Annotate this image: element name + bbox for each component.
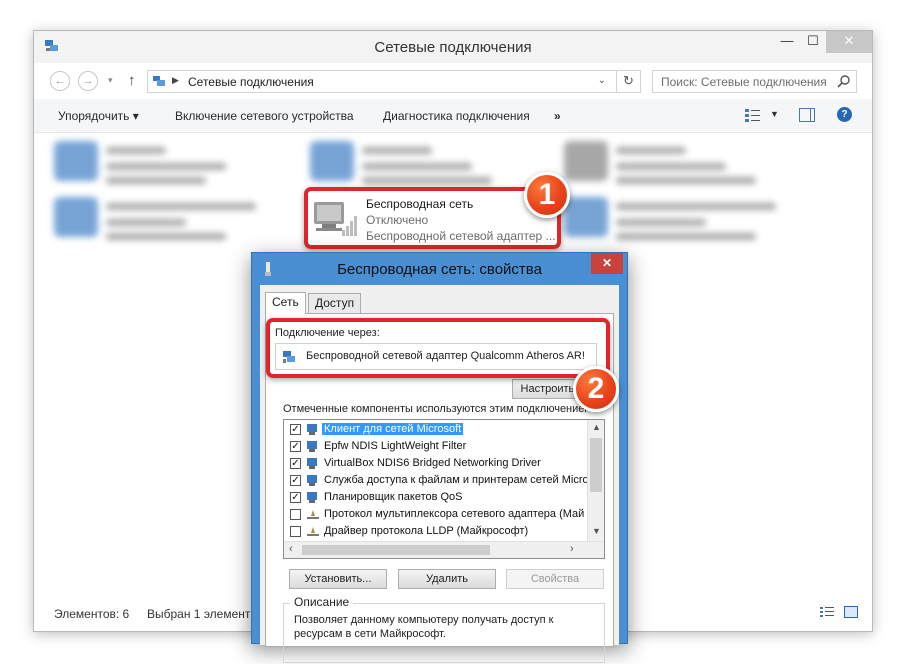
blurred-connection-item bbox=[564, 197, 794, 245]
list-item[interactable]: ✓ Клиент для сетей Microsoft bbox=[284, 421, 584, 438]
component-label: Служба доступа к файлам и принтерам сете… bbox=[324, 474, 589, 486]
protocol-icon bbox=[307, 527, 319, 536]
component-checkbox[interactable] bbox=[290, 526, 301, 537]
list-item[interactable]: ✓ Планировщик пакетов QoS bbox=[284, 489, 584, 506]
scroll-thumb[interactable] bbox=[590, 438, 602, 492]
vertical-scrollbar[interactable]: ▲ ▼ bbox=[587, 420, 604, 542]
list-item[interactable]: ✓ Epfw NDIS LightWeight Filter bbox=[284, 438, 584, 455]
network-service-icon bbox=[307, 458, 317, 469]
enable-device-button[interactable]: Включение сетевого устройства bbox=[175, 109, 354, 123]
view-options-chevron-icon[interactable]: ▼ bbox=[770, 109, 779, 119]
step-badge-1: 1 bbox=[524, 172, 570, 218]
properties-button[interactable]: Свойства bbox=[506, 569, 604, 589]
list-item[interactable]: ✓ Служба доступа к файлам и принтерам се… bbox=[284, 472, 589, 489]
breadcrumb-chevron-icon[interactable]: ▶ bbox=[172, 75, 179, 86]
component-checkbox[interactable] bbox=[290, 509, 301, 520]
remove-button[interactable]: Удалить bbox=[398, 569, 496, 589]
dialog-close-button[interactable]: ✕ bbox=[591, 253, 623, 274]
search-icon bbox=[837, 75, 850, 88]
properties-dialog: Беспроводная сеть: свойства ✕ Сеть Досту… bbox=[251, 252, 628, 663]
component-checkbox[interactable]: ✓ bbox=[290, 458, 301, 469]
tab-sharing[interactable]: Доступ bbox=[308, 293, 362, 313]
highlight-callout-1 bbox=[304, 187, 561, 249]
list-item[interactable]: Драйвер протокола LLDP (Майкрософт) bbox=[284, 523, 584, 540]
scroll-down-icon[interactable]: ▼ bbox=[588, 526, 604, 536]
recent-locations-chevron-icon[interactable]: ▾ bbox=[108, 75, 113, 86]
window-titlebar: Сетевые подключения — ☐ ✕ bbox=[34, 31, 872, 63]
network-client-icon bbox=[307, 424, 317, 435]
details-view-icon[interactable] bbox=[820, 606, 834, 618]
tab-network[interactable]: Сеть bbox=[265, 292, 306, 314]
scroll-left-icon[interactable]: ‹ bbox=[289, 543, 293, 555]
change-view-icon[interactable] bbox=[744, 107, 762, 123]
components-list[interactable]: ✓ Клиент для сетей Microsoft ✓ Epfw NDIS… bbox=[283, 419, 605, 559]
help-icon[interactable]: ? bbox=[837, 107, 852, 122]
component-checkbox[interactable]: ✓ bbox=[290, 424, 301, 435]
component-label: VirtualBox NDIS6 Bridged Networking Driv… bbox=[324, 457, 541, 469]
blurred-connection-item bbox=[564, 141, 794, 189]
component-label: Epfw NDIS LightWeight Filter bbox=[324, 440, 467, 452]
component-checkbox[interactable]: ✓ bbox=[290, 492, 301, 503]
blurred-connection-item bbox=[54, 141, 274, 189]
protocol-icon bbox=[307, 510, 319, 519]
highlight-callout-2 bbox=[266, 318, 610, 378]
item-count: Элементов: 6 bbox=[54, 607, 130, 621]
address-dropdown-icon[interactable]: ⌄ bbox=[598, 75, 606, 86]
list-item[interactable]: ✓ VirtualBox NDIS6 Bridged Networking Dr… bbox=[284, 455, 584, 472]
description-title: Описание bbox=[290, 595, 354, 609]
component-label: Планировщик пакетов QoS bbox=[324, 491, 463, 503]
preview-pane-icon[interactable] bbox=[799, 108, 815, 122]
blurred-connection-item bbox=[54, 197, 274, 245]
component-checkbox[interactable]: ✓ bbox=[290, 475, 301, 486]
organize-menu[interactable]: Упорядочить ▾ bbox=[58, 109, 139, 123]
description-text: Позволяет данному компьютеру получать до… bbox=[294, 614, 554, 640]
scroll-right-icon[interactable]: › bbox=[570, 543, 574, 555]
dialog-titlebar: Беспроводная сеть: свойства ✕ bbox=[252, 253, 627, 285]
up-button[interactable]: ↑ bbox=[128, 72, 136, 89]
dialog-title: Беспроводная сеть: свойства bbox=[337, 261, 542, 278]
scroll-thumb[interactable] bbox=[302, 545, 490, 555]
refresh-button[interactable]: ↻ bbox=[616, 71, 640, 92]
network-folder-icon bbox=[153, 76, 165, 86]
install-button[interactable]: Установить... bbox=[289, 569, 387, 589]
search-input[interactable]: Поиск: Сетевые подключения bbox=[652, 70, 857, 93]
diagnose-button[interactable]: Диагностика подключения bbox=[383, 109, 530, 123]
list-item[interactable]: Протокол мультиплексора сетевого адаптер… bbox=[284, 506, 584, 523]
address-bar-row: ← → ▾ ↑ ▶ Сетевые подключения ⌄ ↻ Поиск:… bbox=[34, 65, 872, 99]
tiles-view-icon[interactable] bbox=[844, 606, 858, 618]
network-service-icon bbox=[307, 475, 317, 486]
network-service-icon bbox=[307, 492, 317, 503]
scroll-up-icon[interactable]: ▲ bbox=[588, 422, 604, 432]
component-label: Клиент для сетей Microsoft bbox=[322, 423, 464, 435]
address-field[interactable]: ▶ Сетевые подключения ⌄ ↻ bbox=[147, 70, 641, 93]
close-button[interactable]: ✕ bbox=[826, 31, 872, 53]
horizontal-scrollbar[interactable]: ‹ › bbox=[284, 541, 604, 558]
command-bar: Упорядочить ▾ Включение сетевого устройс… bbox=[34, 99, 872, 133]
component-checkbox[interactable]: ✓ bbox=[290, 441, 301, 452]
network-service-icon bbox=[307, 441, 317, 452]
selection-count: Выбран 1 элемент bbox=[147, 607, 251, 621]
more-commands-button[interactable]: » bbox=[554, 109, 561, 123]
maximize-button[interactable]: ☐ bbox=[800, 31, 826, 53]
component-label: Драйвер протокола LLDP (Майкрософт) bbox=[324, 525, 529, 537]
search-placeholder: Поиск: Сетевые подключения bbox=[661, 75, 827, 89]
blurred-connection-item bbox=[310, 141, 530, 189]
breadcrumb[interactable]: Сетевые подключения bbox=[188, 75, 314, 89]
forward-button[interactable]: → bbox=[78, 71, 98, 91]
component-label: Протокол мультиплексора сетевого адаптер… bbox=[324, 508, 585, 520]
minimize-button[interactable]: — bbox=[774, 31, 800, 53]
back-button[interactable]: ← bbox=[50, 71, 70, 91]
window-title: Сетевые подключения bbox=[374, 39, 532, 56]
components-label: Отмеченные компоненты используются этим … bbox=[283, 403, 587, 415]
step-badge-2: 2 bbox=[573, 366, 619, 412]
